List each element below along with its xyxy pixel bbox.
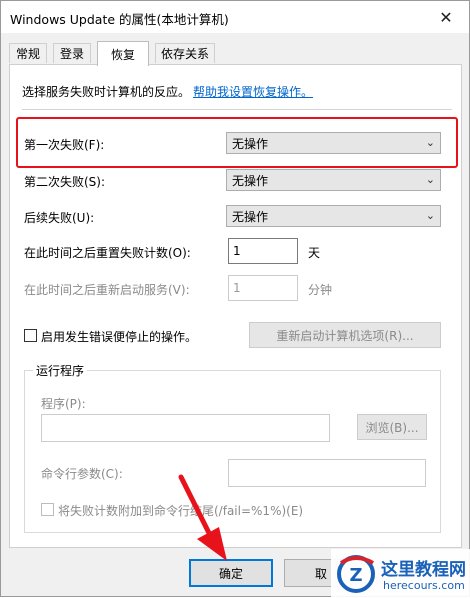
browse-button: 浏览(B)... [357,414,427,440]
append-fail-count-checkbox [41,503,54,516]
tab-recovery[interactable]: 恢复 [97,41,149,66]
tab-logon[interactable]: 登录 [53,43,91,63]
properties-window: Windows Update 的属性(本地计算机) ✕ 常规 登录 恢复 依存关… [0,0,470,598]
run-program-group-label: 运行程序 [33,362,88,379]
watermark: Z 这里教程网 herecours.com [331,549,470,598]
title-bar: Windows Update 的属性(本地计算机) ✕ [1,1,469,33]
watermark-name: 这里教程网 [381,560,466,580]
divider [22,109,452,110]
second-failure-label: 第二次失败(S): [24,175,106,189]
reset-count-input[interactable]: 1 [228,238,298,264]
pointer-arrow-icon [178,474,227,561]
help-link[interactable]: 帮助我设置恢复操作。 [193,83,313,100]
second-failure-value: 无操作 [232,173,269,188]
restart-computer-options-button: 重新启动计算机选项(R)... [249,322,441,348]
watermark-url: herecours.com [383,579,465,592]
restart-service-label: 在此时间之后重新启动服务(V): [24,283,190,297]
svg-text:Z: Z [349,565,362,586]
window-title: Windows Update 的属性(本地计算机) [10,12,229,27]
enable-actions-checkbox[interactable] [24,329,37,342]
chevron-down-icon: ⌄ [425,173,435,186]
highlight-box [16,117,458,168]
tab-general[interactable]: 常规 [9,43,47,63]
watermark-logo-icon: Z [337,555,375,593]
restart-service-value: 1 [233,281,241,295]
intro-text: 选择服务失败时计算机的反应。 [22,85,191,99]
subsequent-failure-select[interactable]: 无操作 ⌄ [226,205,441,227]
program-input [41,414,330,442]
params-input [228,459,426,487]
subsequent-failure-label: 后续失败(U): [24,211,95,225]
second-failure-select[interactable]: 无操作 ⌄ [226,169,441,191]
tab-dependencies[interactable]: 依存关系 [155,43,215,63]
reset-count-label: 在此时间之后重置失败计数(O): [24,246,191,260]
reset-count-unit: 天 [308,246,321,260]
program-label: 程序(P): [41,397,86,411]
restart-service-unit: 分钟 [308,283,333,297]
subsequent-failure-value: 无操作 [232,209,269,224]
params-label: 命令行参数(C): [41,467,123,481]
restart-service-input: 1 [228,275,298,301]
enable-actions-label: 启用发生错误便停止的操作。 [41,330,198,344]
reset-count-value: 1 [233,244,241,258]
close-icon[interactable]: ✕ [423,1,469,33]
chevron-down-icon: ⌄ [425,209,435,222]
